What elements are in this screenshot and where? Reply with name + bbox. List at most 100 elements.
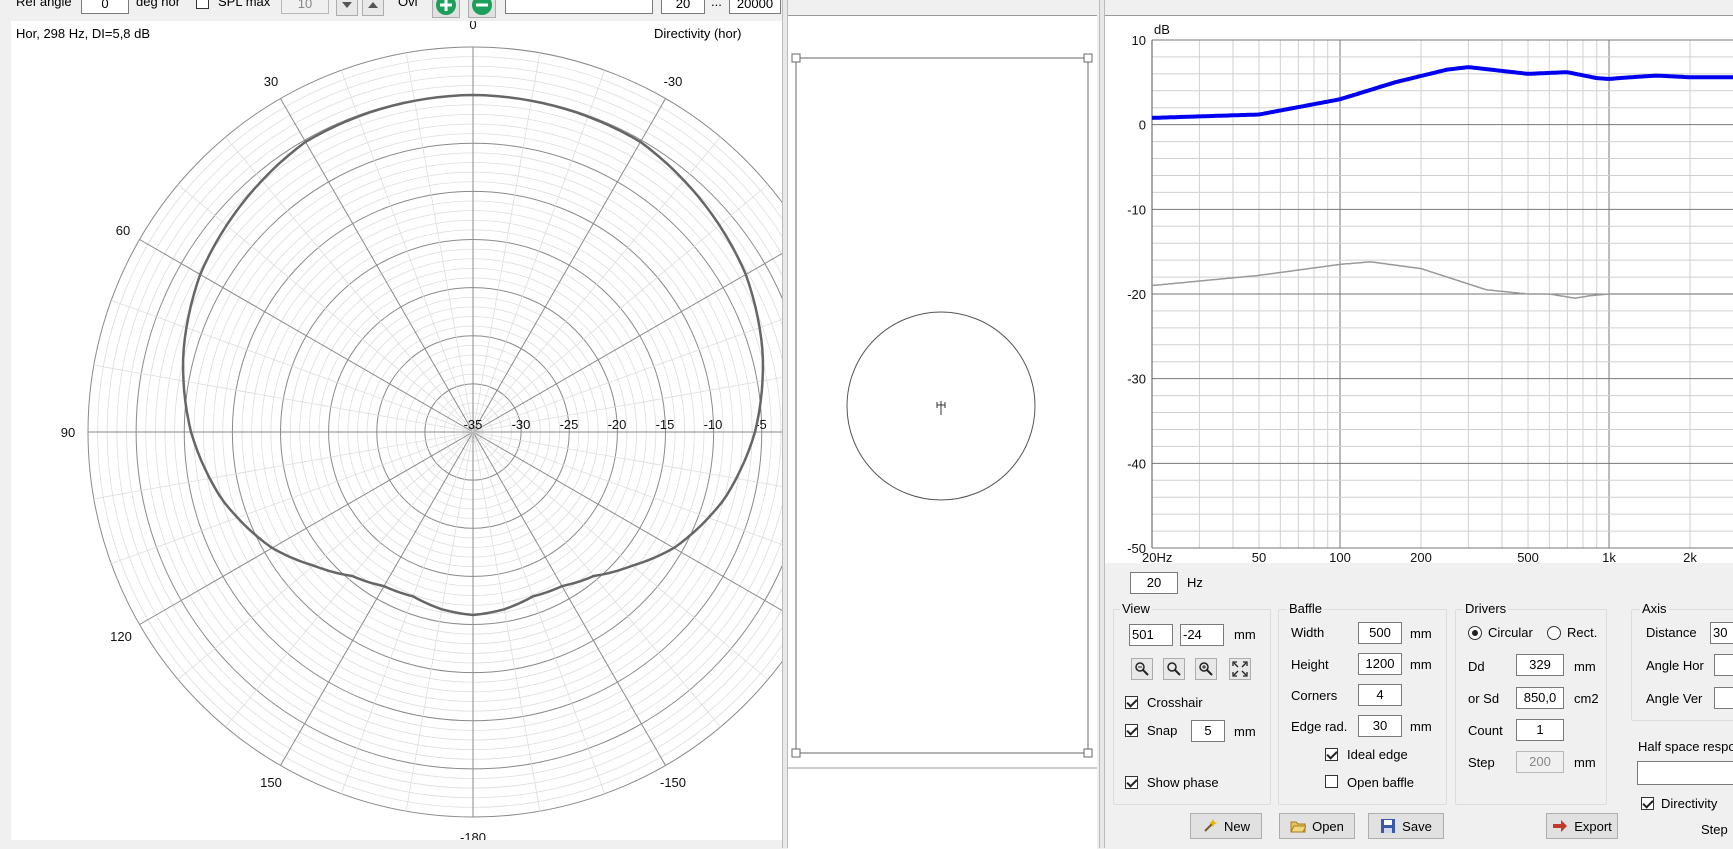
view-x-input[interactable]: 501 (1129, 624, 1173, 646)
circular-radio[interactable] (1468, 626, 1482, 640)
curve-name-input[interactable] (505, 0, 653, 14)
snap-checkbox[interactable] (1125, 724, 1138, 737)
baffle-drawing[interactable] (788, 16, 1097, 849)
show-phase-checkbox[interactable] (1125, 776, 1138, 789)
directivity-checkbox[interactable] (1641, 797, 1654, 810)
polar-angle-label: 0 (469, 21, 476, 32)
ref-angle-input[interactable]: 0 (81, 0, 129, 14)
spin-down-button[interactable] (336, 0, 358, 16)
step-input[interactable]: 200 (1516, 751, 1564, 773)
polar-radial-label: -35 (464, 417, 483, 432)
spl-max-checkbox[interactable] (196, 0, 209, 9)
view-group-title: View (1120, 601, 1152, 616)
ref-angle-label: Ref angle (16, 0, 72, 9)
polar-spoke-minor (93, 364, 474, 433)
frequency-unit: Hz (1187, 575, 1203, 590)
zoom-out-button[interactable] (1131, 658, 1153, 680)
polar-plot-panel[interactable]: 0 30 -30 60 90 120 150 -150 -180 -35 -30 -25 -20 -15 -… (11, 21, 782, 840)
baffle-width-label: Width (1291, 625, 1325, 640)
freq-max-input[interactable]: 20000 (729, 0, 781, 14)
angle-hor-input[interactable] (1714, 654, 1733, 676)
count-label: Count (1468, 723, 1503, 738)
polar-spoke-major (472, 431, 782, 611)
frequency-chart-panel[interactable]: dB 10 0 -10 -20 -30 -40 -50 20Hz 50 100 200 500 1k 2k (1105, 15, 1733, 563)
half-space-label: Half space respo (1638, 739, 1733, 754)
remove-curve-button[interactable] (468, 0, 496, 18)
open-button[interactable]: Open (1279, 813, 1355, 839)
polar-spoke-major (472, 98, 666, 433)
down-arrow-icon (342, 2, 352, 8)
new-button-label: New (1223, 818, 1250, 834)
ideal-edge-checkbox[interactable] (1325, 748, 1338, 761)
zoom-fit-button[interactable] (1163, 658, 1185, 680)
polar-spoke-minor (472, 431, 782, 487)
toolbar: Ref angle 0 deg hor SPL max 10 Ovl 20 ..… (0, 0, 782, 20)
freq-secondary-curve (1151, 261, 1733, 299)
frequency-chart[interactable]: dB100-10-20-30-40-5020Hz 50 100 200 500 1k 2k (1105, 16, 1733, 563)
distance-input[interactable]: 30 (1710, 622, 1733, 644)
export-button[interactable]: Export (1546, 813, 1618, 839)
export-button-label: Export (1574, 818, 1612, 834)
polar-spoke-minor (472, 184, 769, 433)
freq-y-tick: 10 (1132, 33, 1146, 48)
freq-min-input[interactable]: 20 (661, 0, 705, 14)
polar-spoke-major (472, 253, 782, 433)
fit-all-button[interactable] (1229, 658, 1251, 680)
freq-y-tick: 0 (1139, 118, 1146, 133)
frequency-input[interactable]: 20 (1130, 572, 1178, 594)
half-space-select[interactable] (1637, 761, 1733, 785)
new-button[interactable]: New (1190, 813, 1262, 839)
floppy-icon (1381, 819, 1396, 833)
baffle-corners-input[interactable]: 4 (1358, 684, 1402, 706)
baffle-edge-unit: mm (1410, 719, 1432, 734)
up-arrow-icon (368, 2, 378, 8)
snap-unit: mm (1234, 724, 1256, 739)
baffle-height-input[interactable]: 1200 (1358, 653, 1402, 675)
polar-angle-label: 90 (61, 425, 75, 440)
distance-label: Distance (1646, 625, 1697, 640)
polar-plot[interactable]: 0 30 -30 60 90 120 150 -150 -180 -35 -30 -25 -20 -15 -… (11, 21, 782, 840)
spl-max-input[interactable]: 10 (281, 0, 329, 14)
baffle-edge-input[interactable]: 30 (1358, 715, 1402, 737)
zoom-in-button[interactable] (1195, 658, 1217, 680)
minus-icon (472, 0, 492, 15)
angle-hor-label: Angle Hor (1646, 658, 1704, 673)
sd-input[interactable]: 850,0 (1516, 687, 1564, 709)
dd-input[interactable]: 329 (1516, 654, 1564, 676)
baffle-width-unit: mm (1410, 626, 1432, 641)
polar-spoke-minor (472, 319, 782, 433)
expand-icon (1232, 661, 1248, 677)
polar-spoke-major (139, 239, 474, 433)
directivity-label: Directivity (1661, 796, 1718, 811)
angle-ver-input[interactable] (1714, 687, 1733, 709)
polar-spoke-minor (472, 431, 721, 728)
polar-radial-label: -20 (608, 417, 627, 432)
crosshair-checkbox[interactable] (1125, 696, 1138, 709)
rect-label: Rect. (1567, 625, 1598, 640)
baffle-drawing-panel[interactable] (788, 15, 1097, 849)
plus-icon (436, 0, 456, 15)
view-y-input[interactable]: -24 (1180, 624, 1224, 646)
polar-angle-label: 150 (260, 775, 282, 790)
polar-angle-label: 60 (116, 223, 130, 238)
open-baffle-checkbox[interactable] (1325, 775, 1338, 788)
circular-label: Circular (1488, 625, 1533, 640)
angle-ver-label: Angle Ver (1646, 691, 1703, 706)
count-input[interactable]: 1 (1516, 719, 1564, 741)
spl-max-label: SPL max (218, 0, 271, 9)
rect-radio[interactable] (1547, 626, 1561, 640)
resize-handle-bl (791, 748, 801, 758)
polar-radial-label: -25 (560, 417, 579, 432)
add-curve-button[interactable] (432, 0, 460, 18)
baffle-width-input[interactable]: 500 (1358, 622, 1402, 644)
spin-up-button[interactable] (362, 0, 384, 16)
polar-angle-label: -150 (660, 775, 686, 790)
zoom-icon (1167, 662, 1181, 676)
polar-spoke-minor (472, 52, 541, 433)
dd-unit: mm (1574, 659, 1596, 674)
save-button[interactable]: Save (1368, 813, 1444, 839)
show-phase-label: Show phase (1147, 775, 1219, 790)
snap-input[interactable]: 5 (1191, 720, 1225, 742)
ovl-label: Ovl (398, 0, 418, 9)
sd-label: or Sd (1468, 691, 1500, 706)
